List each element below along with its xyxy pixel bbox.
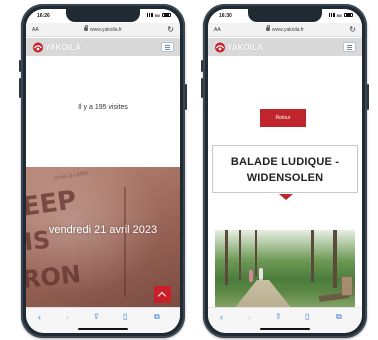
post-date: vendredi 21 avril 2023 [48,224,158,236]
scroll-top-icon[interactable] [154,286,171,303]
signal-icon [328,13,335,17]
share-icon[interactable]: ⇪ [93,312,100,322]
ticket-column-line [124,187,164,297]
power-button [367,84,369,110]
screen: 16:30 5G AA www.yakoila.fr ↻ YAKOILA Ret… [208,9,362,333]
sign-post [341,276,353,296]
menu-icon[interactable] [161,42,174,52]
battery-icon [162,13,171,17]
browser-toolbar: ‹ › ⇪ ▯ ⧉ [208,307,362,333]
page-title-box: BALADE LUDIQUE - WIDENSOLEN [212,145,358,193]
url-text: www.yakoila.fr [90,27,122,33]
page-title-line-2: WIDENSOLEN [246,172,324,184]
status-indicators: 5G [146,13,171,18]
lock-icon [84,25,89,31]
volume-button [201,60,203,72]
site-header: YAKOILA [26,38,180,56]
network-label: 5G [336,13,342,18]
walker [259,268,263,280]
page-title-line-1: BALADE LUDIQUE - [230,156,340,168]
visit-counter: Il y a 195 visites [78,104,128,111]
back-icon[interactable]: ‹ [220,312,223,322]
back-icon[interactable]: ‹ [38,312,41,322]
tabs-icon[interactable]: ⧉ [336,312,342,322]
ticket-word: EEP [26,185,79,223]
walker [249,270,253,282]
url-text: www.yakoila.fr [272,27,304,33]
status-time: 16:26 [37,13,50,19]
logo-mark-icon [33,42,43,52]
volume-button [19,60,21,72]
address-bar[interactable]: AA www.yakoila.fr ↻ [208,23,362,37]
home-indicator [260,328,310,330]
screen: 16:26 5G AA www.yakoila.fr ↻ YAKOILA Il … [26,9,180,333]
network-label: 5G [154,13,160,18]
volume-button [19,78,21,98]
address-bar[interactable]: AA www.yakoila.fr ↻ [26,23,180,37]
title-arrow-icon [279,194,293,200]
phone-right: 16:30 5G AA www.yakoila.fr ↻ YAKOILA Ret… [201,4,369,338]
url-field[interactable]: www.yakoila.fr [208,25,362,33]
forward-icon[interactable]: › [66,312,69,322]
forest-path [233,280,293,310]
site-logo[interactable]: YAKOILA [214,41,263,53]
logo-text: YAKOILA [227,42,263,52]
reload-icon[interactable]: ↻ [349,25,356,35]
ticket-small-text: OYAG & LABEL [53,169,91,183]
logo-mark-icon [215,42,225,52]
share-icon[interactable]: ⇪ [275,312,282,322]
bookmarks-icon[interactable]: ▯ [123,312,127,322]
forest-photo [215,230,355,310]
menu-icon[interactable] [343,42,356,52]
site-logo[interactable]: YAKOILA [32,41,81,53]
bookmarks-icon[interactable]: ▯ [305,312,309,322]
tabs-icon[interactable]: ⧉ [154,312,160,322]
status-time: 16:30 [219,13,232,19]
phone-left: 16:26 5G AA www.yakoila.fr ↻ YAKOILA Il … [19,4,187,338]
notch [66,9,140,22]
ticket-word: RON [26,259,83,295]
home-indicator [78,328,128,330]
lock-icon [266,25,271,31]
status-indicators: 5G [328,13,353,18]
notch [248,9,322,22]
signal-icon [146,13,153,17]
battery-icon [344,13,353,17]
forward-icon[interactable]: › [248,312,251,322]
reload-icon[interactable]: ↻ [167,25,174,35]
site-header: YAKOILA [208,38,362,56]
power-button [185,84,187,110]
logo-text: YAKOILA [45,42,81,52]
back-button[interactable]: Retour [260,109,306,127]
browser-toolbar: ‹ › ⇪ ▯ ⧉ [26,307,180,333]
url-field[interactable]: www.yakoila.fr [26,25,180,33]
volume-button [201,78,203,98]
